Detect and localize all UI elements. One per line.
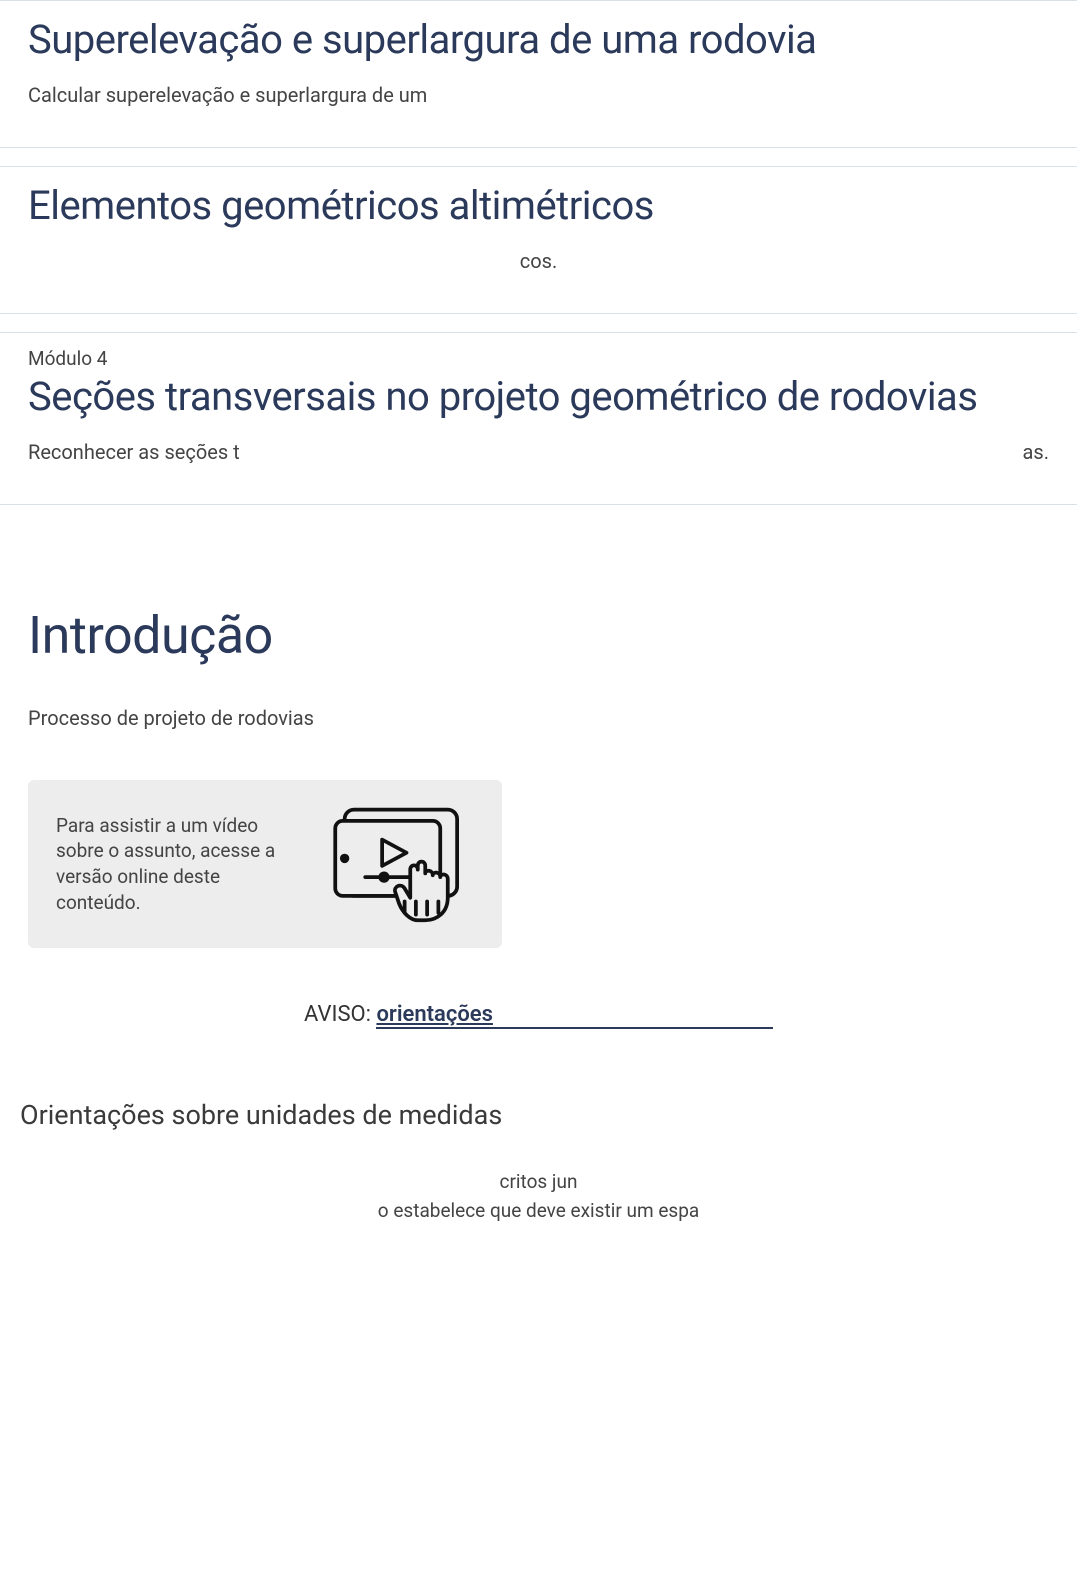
orientacoes-body: critos jun o estabelece que deve existir… bbox=[28, 1167, 1049, 1226]
module-description: Calcular superelevação e superlargura de… bbox=[28, 83, 1049, 107]
module-description: Reconhecer as seções t as. bbox=[28, 440, 1049, 464]
orientacoes-line: critos jun bbox=[28, 1167, 1049, 1196]
intro-section: Introdução Processo de projeto de rodovi… bbox=[0, 605, 1077, 1226]
module-title: Elementos geométricos altimétricos bbox=[28, 181, 1049, 231]
module-desc-left: Calcular superelevação e superlargura de… bbox=[28, 83, 427, 107]
aviso-line: AVISO: orientações bbox=[28, 1002, 1049, 1027]
orientacoes-line: o estabelece que deve existir um espa bbox=[28, 1196, 1049, 1225]
module-desc-right: as. bbox=[1023, 440, 1049, 464]
module-label: Módulo 4 bbox=[28, 347, 1049, 370]
module-description: cos. bbox=[28, 249, 1049, 273]
intro-subheading: Processo de projeto de rodovias bbox=[28, 706, 1049, 730]
aviso-link[interactable]: orientações bbox=[376, 1002, 773, 1029]
module-title: Seções transversais no projeto geométric… bbox=[28, 372, 1049, 422]
video-play-icon bbox=[324, 804, 474, 924]
orientacoes-title: Orientações sobre unidades de medidas bbox=[20, 1099, 1049, 1131]
module-desc-left: Reconhecer as seções t bbox=[28, 440, 240, 464]
video-notice-card: Para assistir a um vídeo sobre o assunto… bbox=[28, 780, 502, 948]
orientacoes-section: Orientações sobre unidades de medidas cr… bbox=[28, 1099, 1049, 1226]
module-card: Módulo 4 Seções transversais no projeto … bbox=[0, 332, 1077, 505]
module-title: Superelevação e superlargura de uma rodo… bbox=[28, 15, 1049, 65]
aviso-label: AVISO: bbox=[304, 1002, 376, 1027]
intro-heading: Introdução bbox=[28, 605, 1049, 666]
module-card: Elementos geométricos altimétricos cos. bbox=[0, 166, 1077, 314]
video-notice-text: Para assistir a um vídeo sobre o assunto… bbox=[56, 813, 296, 916]
module-card: Superelevação e superlargura de uma rodo… bbox=[0, 0, 1077, 148]
